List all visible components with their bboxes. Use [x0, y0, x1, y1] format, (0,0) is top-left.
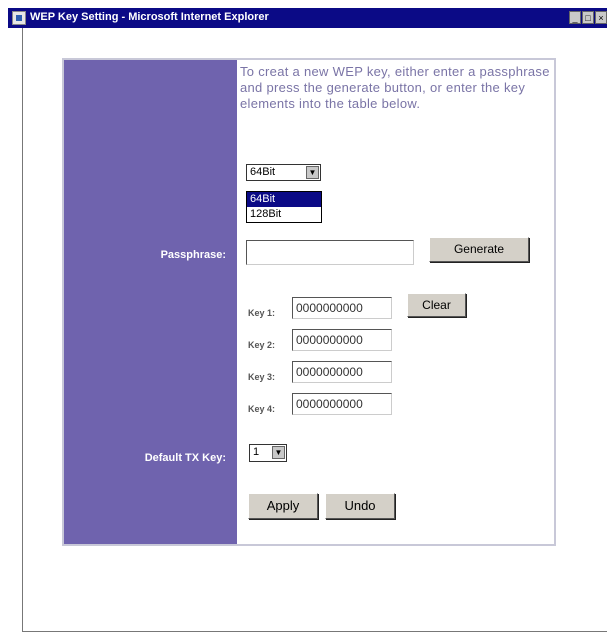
key-1-input[interactable]: 0000000000 [292, 297, 392, 319]
encryption-option-64bit[interactable]: 64Bit [247, 192, 321, 207]
passphrase-input[interactable] [246, 240, 414, 265]
close-button[interactable]: × [595, 11, 607, 24]
key-1-label: Key 1: [248, 308, 276, 318]
generate-button[interactable]: Generate [429, 237, 529, 262]
key-3-input[interactable]: 0000000000 [292, 361, 392, 383]
window-controls: _ □ × [569, 11, 607, 24]
ie-window-icon [12, 11, 26, 25]
window-titlebar[interactable]: WEP Key Setting - Microsoft Internet Exp… [8, 8, 607, 28]
undo-button[interactable]: Undo [325, 493, 395, 519]
minimize-button[interactable]: _ [569, 11, 581, 24]
window-border-left [22, 28, 23, 632]
default-tx-key-label: Default TX Key: [144, 452, 226, 464]
default-tx-key-value: 1 [253, 446, 260, 458]
intro-text: To creat a new WEP key, either enter a p… [240, 64, 550, 111]
key-2-input[interactable]: 0000000000 [292, 329, 392, 351]
label-column [64, 60, 237, 544]
apply-button[interactable]: Apply [248, 493, 318, 519]
window-border-bottom [22, 631, 607, 632]
key-3-label: Key 3: [248, 372, 276, 382]
window-title: WEP Key Setting - Microsoft Internet Exp… [30, 11, 269, 23]
key-4-input[interactable]: 0000000000 [292, 393, 392, 415]
default-tx-key-select[interactable]: 1 ▼ [249, 444, 287, 462]
maximize-button[interactable]: □ [582, 11, 594, 24]
encryption-dropdown-list: 64Bit 128Bit [246, 191, 322, 223]
encryption-select[interactable]: 64Bit ▼ [246, 164, 321, 181]
passphrase-label: Passphrase: [160, 249, 226, 261]
chevron-down-icon[interactable]: ▼ [306, 166, 319, 179]
key-4-label: Key 4: [248, 404, 276, 414]
encryption-select-value: 64Bit [250, 166, 276, 178]
clear-button[interactable]: Clear [407, 293, 466, 317]
encryption-option-128bit[interactable]: 128Bit [247, 207, 321, 222]
key-2-label: Key 2: [248, 340, 276, 350]
chevron-down-icon[interactable]: ▼ [272, 446, 285, 459]
